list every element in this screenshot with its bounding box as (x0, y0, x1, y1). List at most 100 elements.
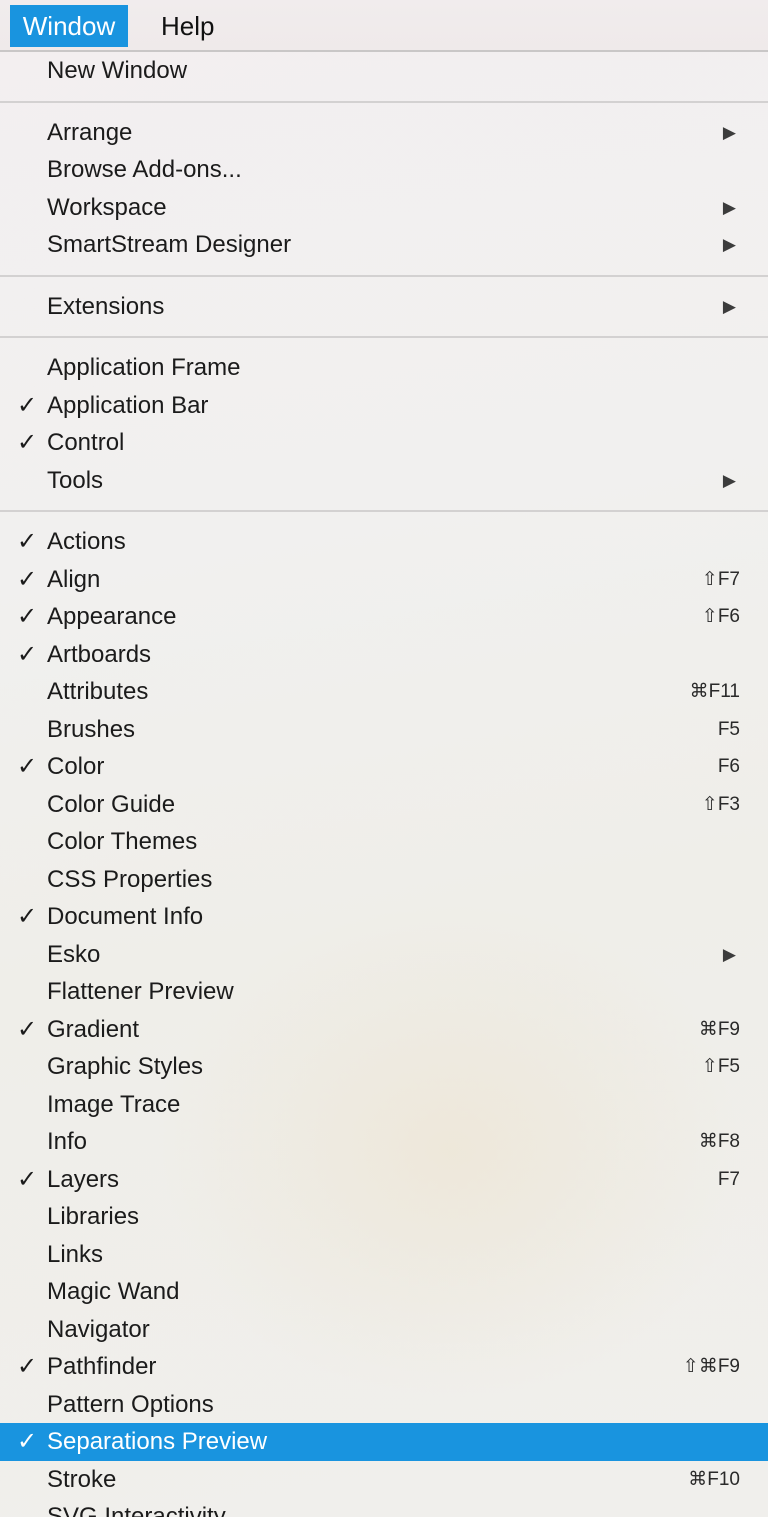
menu-separator (0, 336, 768, 338)
menu-item-tools[interactable]: Tools ▶ (0, 462, 768, 500)
menu-separator (0, 274, 768, 277)
checkmark-icon: ✓ (17, 1015, 38, 1043)
menu-item-layers[interactable]: ✓ Layers F7 (0, 1161, 768, 1199)
menu-item-label: Magic Wand (47, 1278, 180, 1305)
checkmark-icon: ✓ (17, 429, 38, 456)
checkmark-icon: ✓ (17, 603, 38, 630)
keyboard-shortcut: ⇧F7 (701, 568, 740, 590)
menu-item-graphic-styles[interactable]: Graphic Styles ⇧F5 (0, 1048, 768, 1086)
keyboard-shortcut: ⇧F3 (701, 793, 740, 815)
menu-item-label: Pattern Options (47, 1390, 214, 1418)
menu-item-magic-wand[interactable]: Magic Wand (0, 1273, 768, 1311)
menu-item-label: Arrange (47, 118, 133, 146)
menu-item-label: Libraries (47, 1203, 140, 1230)
menu-item-actions[interactable]: ✓ Actions (0, 523, 768, 561)
menu-item-separations-preview[interactable]: ✓ Separations Preview (0, 1423, 768, 1461)
checkmark-icon: ✓ (17, 565, 38, 593)
submenu-arrow-icon: ▶ (722, 197, 736, 217)
menu-item-info[interactable]: Info ⌘F8 (0, 1123, 768, 1161)
menu-item-attributes[interactable]: Attributes ⌘F11 (0, 673, 768, 711)
menu-item-css-properties[interactable]: CSS Properties (0, 861, 768, 899)
submenu-arrow-icon: ▶ (722, 944, 736, 964)
menu-item-label: Tools (47, 466, 104, 494)
menu-item-label: CSS Properties (47, 865, 213, 893)
keyboard-shortcut: ⇧⌘F9 (682, 1356, 740, 1377)
menu-item-smartstream-designer[interactable]: SmartStream Designer ▶ (0, 226, 768, 264)
checkmark-icon: ✓ (17, 528, 38, 555)
menu-item-gradient[interactable]: ✓ Gradient ⌘F9 (0, 1011, 768, 1049)
checkmark-icon: ✓ (17, 391, 38, 419)
menu-item-label: Separations Preview (47, 1428, 268, 1455)
keyboard-shortcut: ⌘F11 (689, 681, 740, 702)
menu-item-application-bar[interactable]: ✓ Application Bar (0, 387, 768, 425)
menu-item-new-window[interactable]: New Window (0, 52, 768, 90)
menu-item-stroke[interactable]: Stroke ⌘F10 (0, 1461, 768, 1499)
keyboard-shortcut: F7 (717, 1168, 740, 1190)
menu-item-label: Appearance (47, 603, 177, 630)
menu-item-label: Artboards (47, 640, 152, 668)
menu-item-label: Esko (47, 940, 101, 968)
menu-item-align[interactable]: ✓ Align ⇧F7 (0, 561, 768, 599)
menu-item-label: Actions (47, 528, 126, 555)
keyboard-shortcut: F6 (717, 756, 740, 777)
keyboard-shortcut: ⌘F9 (698, 1018, 740, 1040)
keyboard-shortcut: F5 (717, 718, 740, 740)
menu-item-label: Application Bar (47, 391, 209, 419)
menu-item-appearance[interactable]: ✓ Appearance ⇧F6 (0, 598, 768, 636)
menu-item-label: New Window (47, 57, 188, 84)
menu-item-color-themes[interactable]: Color Themes (0, 823, 768, 861)
menu-item-image-trace[interactable]: Image Trace (0, 1086, 768, 1124)
keyboard-shortcut: ⌘F8 (698, 1131, 740, 1152)
menu-item-label: Workspace (47, 193, 167, 221)
menu-separator (0, 100, 768, 103)
keyboard-shortcut: ⇧F6 (701, 606, 740, 627)
menu-window[interactable]: Window (10, 5, 128, 47)
menu-item-pattern-options[interactable]: Pattern Options (0, 1386, 768, 1424)
menu-item-document-info[interactable]: ✓ Document Info (0, 898, 768, 936)
menu-item-libraries[interactable]: Libraries (0, 1198, 768, 1236)
menu-help[interactable]: Help (147, 5, 228, 47)
menu-item-artboards[interactable]: ✓ Artboards (0, 636, 768, 674)
menu-item-brushes[interactable]: Brushes F5 (0, 711, 768, 749)
menu-item-esko[interactable]: Esko ▶ (0, 936, 768, 974)
menu-item-label: Attributes (47, 678, 149, 705)
menu-item-control[interactable]: ✓ Control (0, 424, 768, 462)
submenu-arrow-icon: ▶ (722, 235, 736, 254)
checkmark-icon: ✓ (17, 753, 38, 780)
window-menu-dropdown: New Window Arrange ▶ Browse Add-ons... Works… (0, 52, 768, 1517)
keyboard-shortcut: ⇧F5 (701, 1056, 740, 1077)
submenu-arrow-icon: ▶ (722, 296, 736, 316)
menu-item-color[interactable]: ✓ Color F6 (0, 748, 768, 786)
menu-item-flattener-preview[interactable]: Flattener Preview (0, 973, 768, 1011)
menu-item-pathfinder[interactable]: ✓ Pathfinder ⇧⌘F9 (0, 1348, 768, 1386)
menu-item-color-guide[interactable]: Color Guide ⇧F3 (0, 786, 768, 824)
keyboard-shortcut: ⌘F10 (688, 1468, 740, 1490)
menu-item-label: Color Guide (47, 790, 176, 818)
menu-item-label: Align (47, 565, 101, 593)
menu-item-label: Flattener Preview (47, 978, 234, 1005)
menu-item-label: Links (47, 1240, 104, 1268)
checkmark-icon: ✓ (17, 1165, 38, 1193)
submenu-arrow-icon: ▶ (722, 122, 736, 142)
menu-item-label: Image Trace (47, 1090, 181, 1118)
menu-item-label: Gradient (47, 1015, 140, 1043)
menu-item-label: Pathfinder (47, 1353, 157, 1380)
menu-bar: Window Help (0, 0, 768, 52)
menu-item-label: Color (47, 753, 105, 780)
menu-item-svg-interactivity[interactable]: SVG Interactivity (0, 1498, 768, 1517)
menu-item-workspace[interactable]: Workspace ▶ (0, 189, 768, 227)
menu-item-extensions[interactable]: Extensions ▶ (0, 288, 768, 326)
menu-item-label: Graphic Styles (47, 1053, 204, 1080)
menu-item-browse-add-ons[interactable]: Browse Add-ons... (0, 151, 768, 189)
menu-item-label: Color Themes (47, 828, 198, 855)
menu-item-application-frame[interactable]: Application Frame (0, 349, 768, 387)
menu-item-links[interactable]: Links (0, 1236, 768, 1274)
menu-item-navigator[interactable]: Navigator (0, 1311, 768, 1349)
menu-item-label: Browse Add-ons... (47, 156, 242, 183)
menu-separator (0, 510, 768, 512)
menu-item-arrange[interactable]: Arrange ▶ (0, 114, 768, 152)
checkmark-icon: ✓ (17, 903, 38, 930)
menu-item-label: Control (47, 429, 125, 456)
menu-item-label: Document Info (47, 903, 204, 930)
menu-item-label: Application Frame (47, 354, 241, 381)
